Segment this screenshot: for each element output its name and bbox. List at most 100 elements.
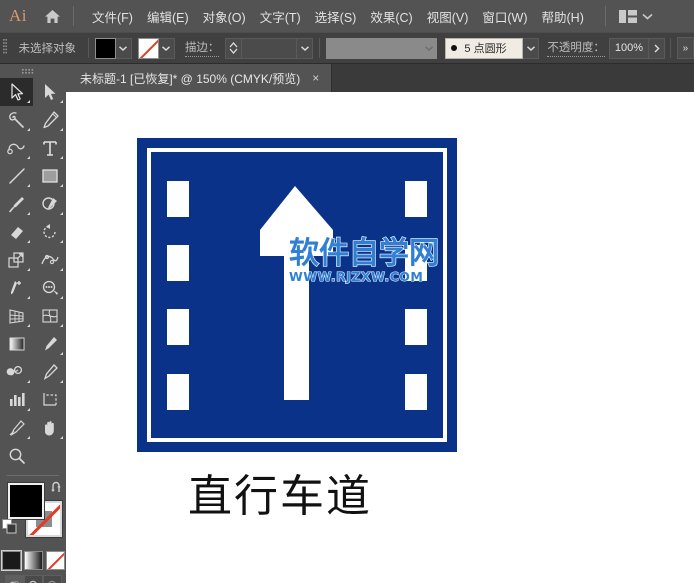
draw-inside-icon[interactable] — [42, 575, 62, 583]
gradient-mode-button[interactable] — [23, 551, 43, 570]
menu-help[interactable]: 帮助(H) — [535, 2, 591, 31]
swap-fill-stroke-icon[interactable] — [50, 481, 64, 500]
tool-expand-corner — [60, 240, 63, 243]
tool-expand-corner — [60, 268, 63, 271]
eraser-tool[interactable] — [0, 218, 33, 246]
selection-status: 未选择对象 — [18, 43, 76, 55]
brush-definition-value[interactable]: 5 点圆形 — [445, 37, 524, 59]
fill-control[interactable] — [94, 37, 132, 59]
fill-swatch[interactable] — [94, 37, 116, 59]
menu-edit[interactable]: 编辑(E) — [140, 2, 196, 31]
tool-expand-corner — [27, 324, 30, 327]
menu-view[interactable]: 视图(V) — [420, 2, 476, 31]
free-transform-tool[interactable] — [0, 274, 33, 302]
stroke-control[interactable] — [137, 37, 175, 59]
line-segment-tool[interactable] — [0, 162, 33, 190]
illustrator-window: Ai 文件(F) 编辑(E) 对象(O) 文字(T) 选择(S) 效果(C) 视… — [0, 0, 694, 583]
paintbrush-tool[interactable] — [0, 190, 33, 218]
mesh-tool[interactable] — [33, 302, 66, 330]
curvature-tool[interactable] — [0, 134, 33, 162]
artboard-tool[interactable] — [33, 386, 66, 414]
brush-definition-label: 5 点圆形 — [464, 43, 507, 55]
tool-expand-corner — [60, 184, 63, 187]
menu-bar: Ai 文件(F) 编辑(E) 对象(O) 文字(T) 选择(S) 效果(C) 视… — [0, 0, 694, 32]
tools-panel-grip[interactable] — [0, 64, 66, 78]
tools-divider-1 — [7, 475, 59, 476]
control-bar-grip[interactable] — [0, 37, 10, 59]
color-mode-row — [0, 550, 66, 571]
stroke-weight-chevron-down-icon[interactable] — [297, 37, 314, 59]
menu-type[interactable]: 文字(T) — [253, 2, 308, 31]
width-tool[interactable] — [33, 246, 66, 274]
tool-expand-corner — [60, 212, 63, 215]
none-mode-button[interactable] — [45, 551, 65, 570]
slice-tool[interactable] — [0, 414, 33, 442]
stroke-chevron-down-icon[interactable] — [158, 37, 175, 59]
rotate-tool[interactable] — [33, 218, 66, 246]
perspective-grid-tool[interactable] — [0, 302, 33, 330]
menu-object[interactable]: 对象(O) — [196, 2, 253, 31]
column-graph-tool[interactable] — [0, 386, 33, 414]
toolbar-fill-swatch[interactable] — [7, 482, 45, 520]
type-tool[interactable] — [33, 134, 66, 162]
control-sep-3 — [669, 38, 671, 58]
default-fill-stroke-icon[interactable] — [2, 519, 18, 540]
document-tab[interactable]: 未标题-1 [已恢复]* @ 150% (CMYK/预览) × — [66, 64, 333, 92]
shaper-tool[interactable] — [33, 190, 66, 218]
menu-effect[interactable]: 效果(C) — [363, 2, 419, 31]
direct-selection-tool[interactable] — [33, 78, 66, 106]
straight-ahead-arrow — [260, 186, 333, 400]
shape-builder-tool[interactable] — [33, 274, 66, 302]
menu-window[interactable]: 窗口(W) — [475, 2, 534, 31]
control-bar: 未选择对象 描边： 5 点圆形 不透明度： 100% » — [0, 32, 694, 64]
tool-expand-corner — [27, 100, 30, 103]
tool-expand-corner — [60, 296, 63, 299]
rectangle-tool[interactable] — [33, 162, 66, 190]
draw-normal-icon[interactable] — [4, 575, 24, 583]
stroke-profile-chevron-down-icon — [421, 37, 438, 59]
gradient-tool[interactable] — [0, 330, 33, 358]
road-sign-artwork[interactable]: 软件自学网 WWW.RJZXW.COM — [137, 138, 457, 452]
stroke-weight-input[interactable] — [241, 37, 298, 59]
magic-wand-tool[interactable] — [0, 106, 33, 134]
selection-tool[interactable] — [0, 78, 33, 106]
document-canvas[interactable]: 软件自学网 WWW.RJZXW.COM 直行车道 — [66, 92, 694, 583]
close-icon[interactable]: × — [310, 72, 321, 84]
fill-chevron-down-icon[interactable] — [115, 37, 132, 59]
home-icon[interactable] — [36, 0, 68, 32]
symbol-sprayer-tool[interactable] — [33, 358, 66, 386]
workspace-switcher[interactable] — [618, 9, 653, 23]
zoom-tool[interactable] — [0, 442, 33, 470]
brush-chevron-down-icon[interactable] — [523, 37, 540, 59]
opacity-input[interactable]: 100% — [608, 37, 650, 59]
menu-file[interactable]: 文件(F) — [85, 2, 140, 31]
control-overflow-button[interactable]: » — [676, 37, 694, 59]
tool-expand-corner — [60, 128, 63, 131]
pen-tool[interactable] — [33, 106, 66, 134]
brush-dot-icon — [451, 45, 458, 51]
tool-expand-corner — [27, 408, 30, 411]
tool-expand-corner — [27, 128, 30, 131]
blend-tool[interactable] — [0, 358, 33, 386]
menu-select[interactable]: 选择(S) — [308, 2, 364, 31]
tool-expand-corner — [60, 436, 63, 439]
eyedropper-tool[interactable] — [33, 330, 66, 358]
tool-expand-corner — [60, 324, 63, 327]
color-mode-button[interactable] — [0, 550, 22, 571]
stroke-weight-control[interactable] — [225, 37, 314, 59]
stroke-swatch-none[interactable] — [137, 37, 159, 59]
brush-definition-control[interactable]: 5 点圆形 — [445, 37, 540, 59]
draw-behind-icon[interactable] — [23, 575, 43, 583]
tool-expand-corner — [60, 156, 63, 159]
artwork-caption[interactable]: 直行车道 — [188, 460, 448, 524]
hand-tool[interactable] — [33, 414, 66, 442]
stroke-profile-control[interactable] — [326, 37, 438, 59]
tool-expand-corner — [27, 436, 30, 439]
document-tab-bar: 未标题-1 [已恢复]* @ 150% (CMYK/预览) × — [66, 64, 694, 92]
stroke-weight-stepper[interactable] — [225, 37, 242, 59]
opacity-chevron-right-icon[interactable] — [649, 37, 665, 59]
drawing-mode-row — [0, 575, 66, 583]
app-logo: Ai — [9, 6, 27, 25]
scale-tool[interactable] — [0, 246, 33, 274]
fill-stroke-control — [0, 481, 66, 547]
